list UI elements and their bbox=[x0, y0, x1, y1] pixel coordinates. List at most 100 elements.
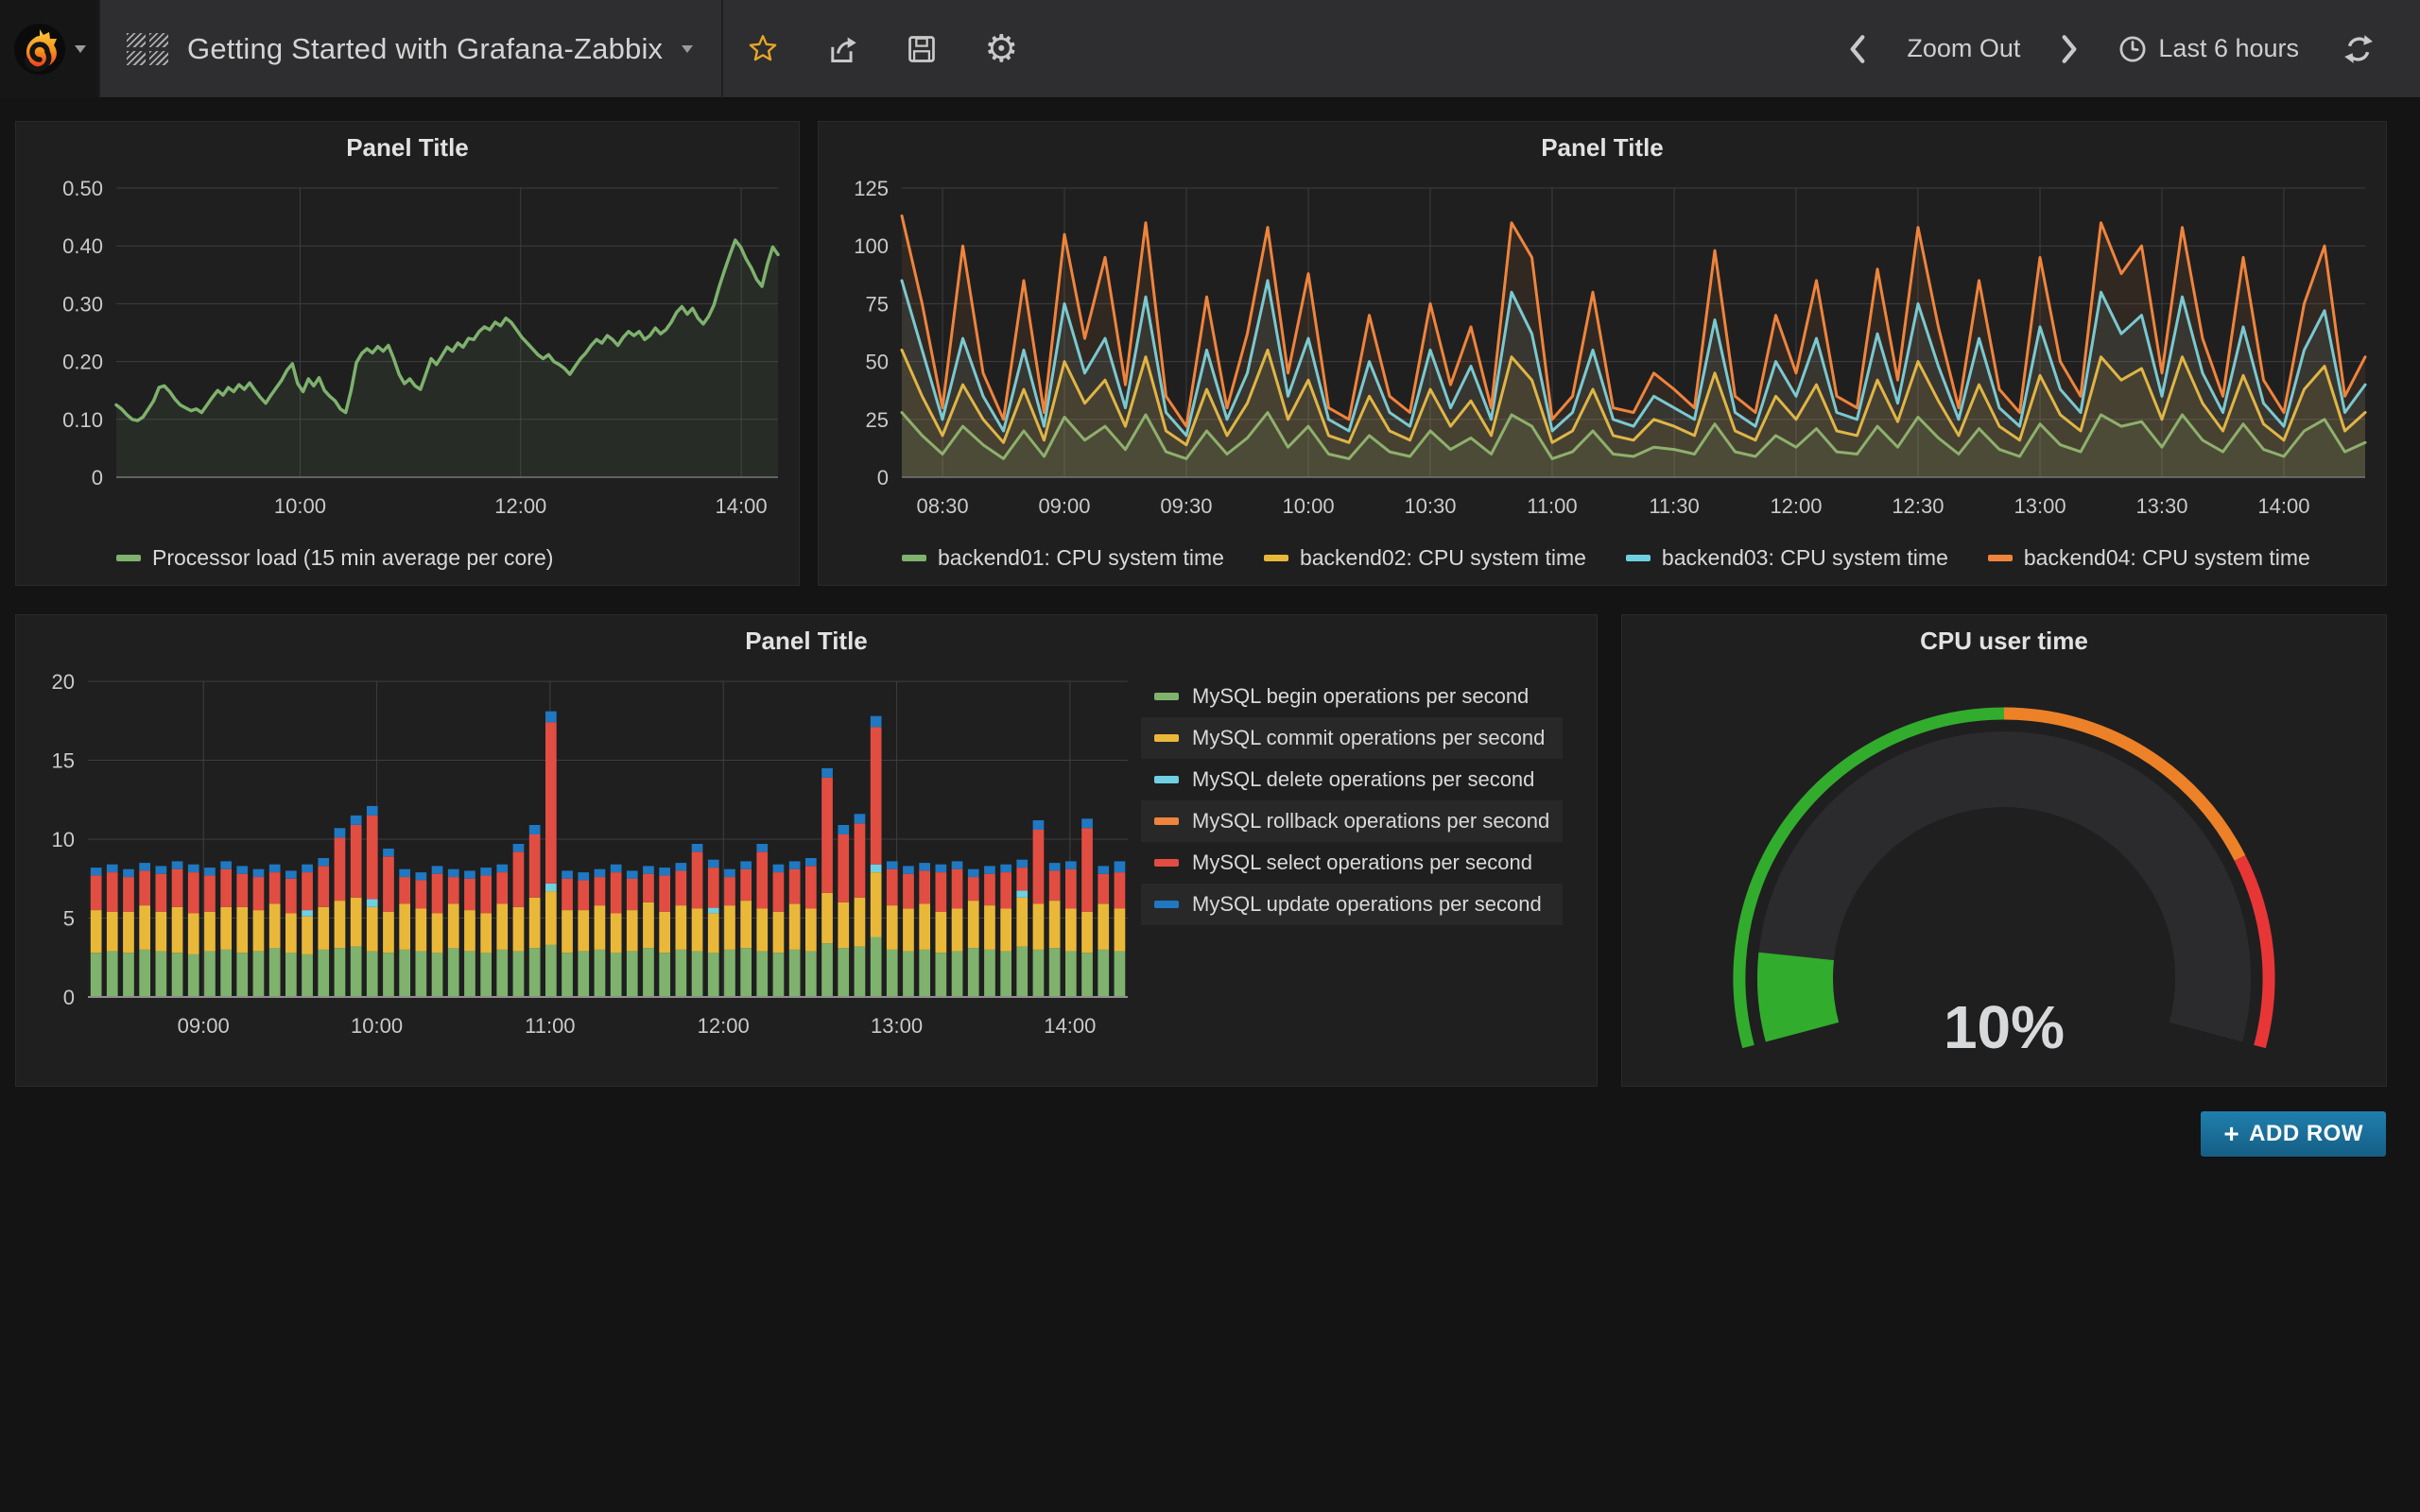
svg-text:14:00: 14:00 bbox=[716, 494, 768, 518]
svg-text:125: 125 bbox=[854, 177, 889, 200]
legend-series-label: backend02: CPU system time bbox=[1300, 545, 1586, 571]
panel-title[interactable]: Panel Title bbox=[819, 122, 2386, 173]
dashboard-settings-button[interactable]: ⚙ bbox=[961, 0, 1041, 98]
svg-text:5: 5 bbox=[63, 907, 75, 931]
zoom-out-button[interactable]: Zoom Out bbox=[1884, 0, 2043, 98]
legend-series-label: MySQL update operations per second bbox=[1192, 892, 1542, 917]
svg-text:20: 20 bbox=[52, 670, 75, 694]
grafana-logo bbox=[12, 22, 67, 77]
dashboard-title: Getting Started with Grafana-Zabbix bbox=[187, 32, 663, 66]
svg-text:11:30: 11:30 bbox=[1649, 494, 1699, 518]
svg-text:12:00: 12:00 bbox=[698, 1014, 750, 1038]
svg-text:50: 50 bbox=[866, 351, 889, 374]
svg-text:100: 100 bbox=[854, 234, 889, 258]
mysql-operations-chart[interactable]: 0510152009:0010:0011:0012:0013:0014:00 bbox=[16, 666, 1141, 1052]
chart-legend: MySQL begin operations per second MySQL c… bbox=[1141, 676, 1563, 1052]
legend-series-color bbox=[1154, 859, 1179, 867]
legend-item[interactable]: Processor load (15 min average per core) bbox=[116, 545, 553, 571]
svg-text:14:00: 14:00 bbox=[1044, 1014, 1096, 1038]
dashboard-picker[interactable]: Getting Started with Grafana-Zabbix bbox=[100, 32, 721, 66]
chart-legend: Processor load (15 min average per core) bbox=[16, 533, 799, 582]
dashboard-grid-icon bbox=[127, 33, 168, 65]
panel-cpu-user-time: CPU user time 10% bbox=[1621, 614, 2387, 1087]
add-row-label: ADD ROW bbox=[2249, 1121, 2363, 1147]
svg-text:09:30: 09:30 bbox=[1160, 494, 1212, 518]
svg-text:11:00: 11:00 bbox=[1527, 494, 1577, 518]
legend-series-color bbox=[1264, 555, 1288, 561]
legend-item[interactable]: MySQL select operations per second bbox=[1141, 842, 1563, 884]
legend-series-color bbox=[116, 555, 141, 561]
svg-text:0: 0 bbox=[877, 466, 889, 490]
svg-text:14:00: 14:00 bbox=[2257, 494, 2309, 518]
svg-text:0: 0 bbox=[63, 986, 75, 1009]
legend-series-color bbox=[1154, 817, 1179, 825]
legend-series-color bbox=[1154, 734, 1179, 742]
legend-item[interactable]: backend02: CPU system time bbox=[1264, 545, 1586, 571]
legend-item[interactable]: MySQL commit operations per second bbox=[1141, 717, 1563, 759]
time-shift-forward-button[interactable] bbox=[2043, 0, 2096, 98]
logo-caret-icon bbox=[75, 45, 86, 53]
legend-series-label: backend01: CPU system time bbox=[938, 545, 1224, 571]
cpu-user-time-gauge: 10% bbox=[1622, 666, 2386, 1084]
legend-series-label: backend03: CPU system time bbox=[1662, 545, 1948, 571]
legend-item[interactable]: backend04: CPU system time bbox=[1988, 545, 2310, 571]
processor-load-chart[interactable]: 00.100.200.300.400.5010:0012:0014:00 bbox=[16, 173, 799, 528]
gear-icon: ⚙ bbox=[984, 30, 1018, 68]
legend-item[interactable]: MySQL delete operations per second bbox=[1141, 759, 1563, 800]
refresh-button[interactable] bbox=[2322, 0, 2394, 98]
star-dashboard-button[interactable] bbox=[723, 0, 803, 98]
time-shift-back-button[interactable] bbox=[1831, 0, 1884, 98]
svg-text:0.40: 0.40 bbox=[62, 234, 103, 258]
svg-text:10: 10 bbox=[52, 828, 75, 851]
top-navbar: Getting Started with Grafana-Zabbix ⚙ bbox=[0, 0, 2420, 98]
panel-title[interactable]: Panel Title bbox=[16, 615, 1597, 666]
legend-item[interactable]: backend03: CPU system time bbox=[1626, 545, 1948, 571]
chart-legend: backend01: CPU system time backend02: CPU… bbox=[819, 533, 2386, 582]
row-collapse-handle[interactable] bbox=[0, 135, 12, 188]
share-dashboard-button[interactable] bbox=[803, 0, 882, 98]
legend-series-label: MySQL delete operations per second bbox=[1192, 767, 1534, 792]
svg-text:75: 75 bbox=[866, 292, 889, 316]
svg-text:12:30: 12:30 bbox=[1892, 494, 1944, 518]
chevron-right-icon bbox=[2059, 33, 2080, 65]
svg-text:0: 0 bbox=[92, 466, 103, 490]
svg-text:25: 25 bbox=[866, 408, 889, 432]
svg-text:09:00: 09:00 bbox=[1038, 494, 1090, 518]
legend-series-label: Processor load (15 min average per core) bbox=[152, 545, 553, 571]
panel-processor-load: Panel Title 00.100.200.300.400.5010:0012… bbox=[15, 121, 800, 586]
clock-icon bbox=[2118, 35, 2147, 63]
dashboard-actions: ⚙ bbox=[723, 0, 1041, 98]
save-icon bbox=[906, 33, 938, 65]
panel-title[interactable]: Panel Title bbox=[16, 122, 799, 173]
share-icon bbox=[826, 33, 858, 65]
cpu-system-time-chart[interactable]: 025507510012508:3009:0009:3010:0010:3011… bbox=[819, 173, 2386, 528]
svg-text:10:00: 10:00 bbox=[274, 494, 326, 518]
row-collapse-handle[interactable] bbox=[0, 622, 12, 675]
legend-series-label: MySQL begin operations per second bbox=[1192, 684, 1529, 709]
panel-cpu-system-time: Panel Title 025507510012508:3009:0009:30… bbox=[818, 121, 2387, 586]
star-icon bbox=[747, 33, 779, 65]
legend-series-color bbox=[1988, 555, 2013, 561]
legend-series-color bbox=[1154, 901, 1179, 908]
legend-item[interactable]: MySQL update operations per second bbox=[1141, 884, 1563, 925]
legend-series-color bbox=[1154, 693, 1179, 700]
chevron-left-icon bbox=[1847, 33, 1868, 65]
grafana-menu-button[interactable] bbox=[0, 0, 98, 98]
save-dashboard-button[interactable] bbox=[882, 0, 961, 98]
svg-text:0.30: 0.30 bbox=[62, 292, 103, 316]
legend-item[interactable]: MySQL begin operations per second bbox=[1141, 676, 1563, 717]
legend-series-label: backend04: CPU system time bbox=[2024, 545, 2310, 571]
time-range-picker[interactable]: Last 6 hours bbox=[2096, 0, 2322, 98]
panel-title[interactable]: CPU user time bbox=[1622, 615, 2386, 666]
zoom-out-label: Zoom Out bbox=[1907, 34, 2020, 63]
svg-text:13:00: 13:00 bbox=[2014, 494, 2066, 518]
svg-text:12:00: 12:00 bbox=[1770, 494, 1822, 518]
add-row-button[interactable]: + ADD ROW bbox=[2201, 1111, 2386, 1157]
dashboard-canvas: Panel Title 00.100.200.300.400.5010:0012… bbox=[0, 98, 2420, 1512]
legend-series-color bbox=[1626, 555, 1651, 561]
svg-text:15: 15 bbox=[52, 749, 75, 773]
legend-item[interactable]: backend01: CPU system time bbox=[902, 545, 1224, 571]
legend-series-color bbox=[902, 555, 926, 561]
legend-item[interactable]: MySQL rollback operations per second bbox=[1141, 800, 1563, 842]
svg-text:10:30: 10:30 bbox=[1404, 494, 1456, 518]
